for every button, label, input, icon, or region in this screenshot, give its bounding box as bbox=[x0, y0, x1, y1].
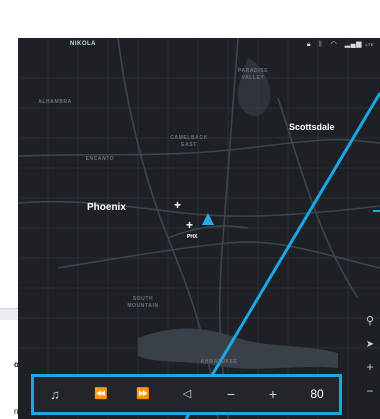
location-icon[interactable]: ➤ bbox=[362, 337, 378, 353]
volume-down-button[interactable]: − bbox=[220, 377, 242, 412]
city-label-scottsdale: Scottsdale bbox=[289, 122, 335, 132]
poi-marker-icon[interactable]: + bbox=[174, 198, 181, 212]
lock-icon: 🔒︎ bbox=[306, 41, 312, 48]
status-bar: NIKOLA 🔒︎ ᛒ ◠ ▂▄▆ LTE bbox=[18, 38, 380, 52]
infotainment-screen: NIKOLA 🔒︎ ᛒ ◠ ▂▄▆ LTE PARADISE VALLEY AL… bbox=[18, 38, 380, 419]
zoom-in-icon[interactable]: + bbox=[362, 359, 378, 375]
signal-icon: ▂▄▆ bbox=[344, 41, 362, 48]
zoom-out-icon[interactable]: − bbox=[362, 383, 378, 399]
city-label-phoenix: Phoenix bbox=[87, 202, 126, 213]
area-label-ahwatukee: AHWATUKEE bbox=[200, 359, 238, 365]
bluetooth-icon: ᛒ bbox=[318, 41, 324, 48]
media-control-bar: ♫ ⏪ ⏩ ◁ − + 80 bbox=[31, 374, 342, 415]
music-icon[interactable]: ♫ bbox=[44, 377, 66, 412]
airport-label: PHX bbox=[187, 234, 198, 240]
volume-icon[interactable]: ◁ bbox=[176, 377, 198, 412]
side-panel-divider bbox=[0, 308, 18, 320]
signal-text: LTE bbox=[365, 42, 374, 47]
area-label-encanto: ENCANTO bbox=[85, 156, 115, 162]
wifi-icon: ◠ bbox=[330, 41, 338, 48]
airport-marker-icon[interactable]: + bbox=[186, 218, 193, 232]
vehicle-position-icon bbox=[202, 213, 214, 225]
area-label-paradise-valley: PARADISE VALLEY bbox=[237, 68, 269, 81]
area-label-camelback-east: CAMELBACK EAST bbox=[170, 135, 208, 148]
area-label-south-mountain: SOUTH MOUNTAIN bbox=[127, 296, 159, 309]
volume-up-button[interactable]: + bbox=[262, 377, 284, 412]
area-label-alhambra: ALHAMBRA bbox=[38, 99, 72, 105]
volume-value: 80 bbox=[310, 387, 324, 401]
search-icon[interactable]: ⚲ bbox=[362, 313, 378, 329]
next-track-icon[interactable]: ⏩ bbox=[130, 377, 156, 412]
brand-label: NIKOLA bbox=[70, 41, 96, 47]
previous-track-icon[interactable]: ⏪ bbox=[88, 377, 114, 412]
